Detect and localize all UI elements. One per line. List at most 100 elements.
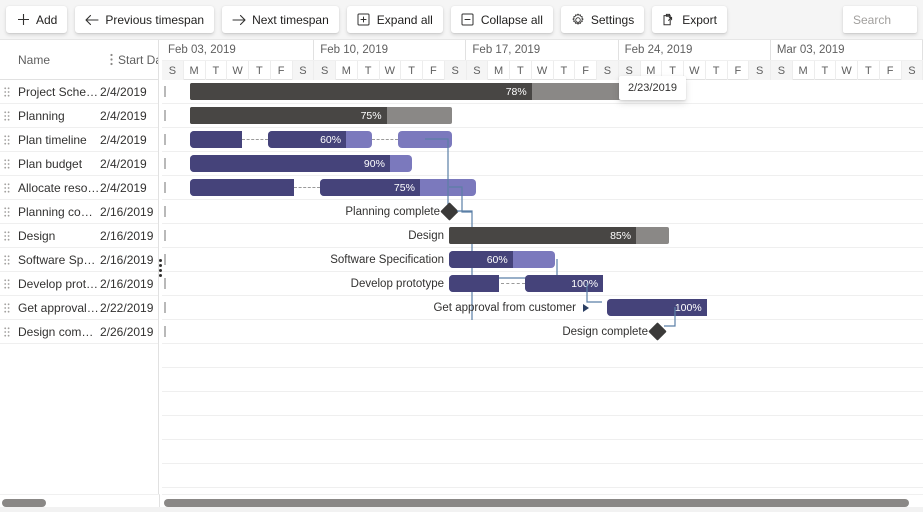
task-bar[interactable]	[449, 275, 500, 292]
grid-row[interactable]: Design 2/16/2019	[0, 224, 158, 248]
grid-row[interactable]: Develop prototype2/16/2019	[0, 272, 158, 296]
timeline-row[interactable]	[162, 344, 923, 368]
row-drag-handle-icon[interactable]	[0, 86, 14, 97]
grid-row[interactable]: Software Specification2/16/2019	[0, 248, 158, 272]
timeline-day-cell: W	[684, 61, 706, 80]
row-drag-handle-icon[interactable]	[0, 182, 14, 193]
task-bar[interactable]: 90%	[190, 155, 413, 172]
grid-row[interactable]: Planning complete2/16/2019	[0, 200, 158, 224]
next-timespan-label: Next timespan	[252, 12, 329, 27]
grid-header-row: Name Start Date	[0, 40, 158, 80]
task-bar[interactable]: 100%	[525, 275, 604, 292]
task-label: Design complete	[562, 326, 648, 338]
timeline-scrollbar-thumb[interactable]	[164, 499, 909, 507]
timeline-day-cell: T	[815, 61, 837, 80]
row-drag-handle-icon[interactable]	[0, 110, 14, 121]
task-label: Get approval from customer	[433, 302, 576, 314]
grid-cell-start-date: 2/26/2019	[100, 324, 154, 339]
grid-cell-name: Design	[18, 228, 56, 243]
expand-all-button[interactable]: Expand all	[346, 6, 443, 33]
grid-cell-start-date: 2/4/2019	[100, 132, 147, 147]
row-drag-handle-icon[interactable]	[0, 326, 14, 337]
row-drag-handle-icon[interactable]	[0, 278, 14, 289]
grid-row[interactable]: Plan timeline 2/4/2019	[0, 128, 158, 152]
timeline-day-row: SMTWTFSSMTWTFSSMTWTFSSMTWTFSSMTWTFS	[162, 60, 923, 80]
row-start-marker	[164, 110, 166, 121]
timeline-day-cell: S	[597, 61, 619, 80]
settings-button[interactable]: Settings	[560, 6, 645, 33]
progress-label: 60%	[486, 253, 508, 266]
previous-timespan-label: Previous timespan	[105, 12, 205, 27]
timeline-day-cell: F	[575, 61, 597, 80]
gear-icon	[571, 13, 585, 27]
grid-cell-name: Get approval from cu...	[18, 300, 100, 315]
task-bar[interactable]	[190, 131, 243, 148]
settings-label: Settings	[590, 12, 635, 27]
task-bar[interactable]	[398, 131, 453, 148]
row-drag-handle-icon[interactable]	[0, 254, 14, 265]
arrow-left-icon	[85, 13, 99, 27]
grid-cell-start-date: 2/4/2019	[100, 108, 147, 123]
progress-label: 60%	[320, 133, 342, 146]
task-bar[interactable]: 100%	[606, 299, 707, 316]
collapse-all-label: Collapse all	[480, 12, 543, 27]
row-drag-handle-icon[interactable]	[0, 302, 14, 313]
row-drag-handle-icon[interactable]	[0, 206, 14, 217]
grid-row[interactable]: Allocate resources2/4/2019	[0, 176, 158, 200]
grid-row[interactable]: Get approval from cu...2/22/2019	[0, 296, 158, 320]
progress-fill	[190, 155, 390, 172]
export-icon	[662, 13, 676, 27]
search-input[interactable]	[851, 11, 909, 28]
timeline-day-cell: W	[532, 61, 554, 80]
timeline-row[interactable]	[162, 368, 923, 392]
grid-row[interactable]: Project Schedule 2/4/2019	[0, 80, 158, 104]
timeline-row[interactable]	[162, 440, 923, 464]
timeline-day-cell: W	[227, 61, 249, 80]
timeline-week-cell: Feb 10, 2019	[314, 40, 467, 60]
segment-connector	[294, 187, 321, 189]
timeline-row[interactable]	[162, 464, 923, 488]
add-button[interactable]: Add	[6, 6, 68, 33]
collapse-all-icon	[461, 13, 475, 27]
task-bar[interactable]: 60%	[449, 251, 556, 268]
grid-cell-start-date: 2/16/2019	[100, 252, 154, 267]
grid-cell-start-date: 2/22/2019	[100, 300, 154, 315]
grid-scrollbar-thumb[interactable]	[2, 499, 46, 507]
progress-fill	[190, 107, 387, 124]
progress-label: 78%	[505, 85, 527, 98]
column-header-start-date[interactable]: Start Date	[118, 53, 158, 67]
summary-bar[interactable]: 78%	[190, 83, 629, 100]
grid-cell-name: Project Schedule	[18, 84, 100, 99]
column-options-icon[interactable]	[104, 53, 118, 66]
timeline-week-cell: Feb 24, 2019	[619, 40, 771, 60]
row-start-marker	[164, 158, 166, 169]
task-label: Planning complete	[345, 206, 440, 218]
task-bar[interactable]: 75%	[320, 179, 477, 196]
row-drag-handle-icon[interactable]	[0, 134, 14, 145]
timeline-row[interactable]	[162, 392, 923, 416]
grid-row[interactable]: Design complete 2/26/2019	[0, 320, 158, 344]
grid-row[interactable]: Plan budget 2/4/2019	[0, 152, 158, 176]
timeline-day-cell: S	[292, 61, 315, 80]
summary-bar[interactable]: 85%	[449, 227, 670, 244]
grid-cell-start-date: 2/16/2019	[100, 204, 154, 219]
task-bar[interactable]: 60%	[268, 131, 373, 148]
task-grid: Name Start Date Project Schedule2/4/2019…	[0, 40, 159, 495]
search-container[interactable]	[843, 6, 917, 33]
column-header-name[interactable]: Name	[14, 53, 104, 67]
timeline-week-cell: Feb 03, 2019	[162, 40, 315, 60]
timeline-week-row: Feb 03, 2019 Feb 10, 2019 Feb 17, 2019 Feb …	[162, 40, 923, 60]
row-drag-handle-icon[interactable]	[0, 230, 14, 241]
row-drag-handle-icon[interactable]	[0, 158, 14, 169]
collapse-all-button[interactable]: Collapse all	[450, 6, 553, 33]
task-bar[interactable]	[190, 179, 295, 196]
previous-timespan-button[interactable]: Previous timespan	[75, 6, 215, 33]
export-button[interactable]: Export	[652, 6, 727, 33]
grid-cell-name: Plan timeline	[18, 132, 87, 147]
summary-bar[interactable]: 75%	[190, 107, 453, 124]
gantt-app: Add Previous timespan Next timespan Expa…	[0, 0, 923, 512]
next-timespan-button[interactable]: Next timespan	[222, 6, 339, 33]
timeline-row[interactable]	[162, 416, 923, 440]
timeline-day-cell: S	[162, 61, 184, 80]
grid-row[interactable]: Planning 2/4/2019	[0, 104, 158, 128]
